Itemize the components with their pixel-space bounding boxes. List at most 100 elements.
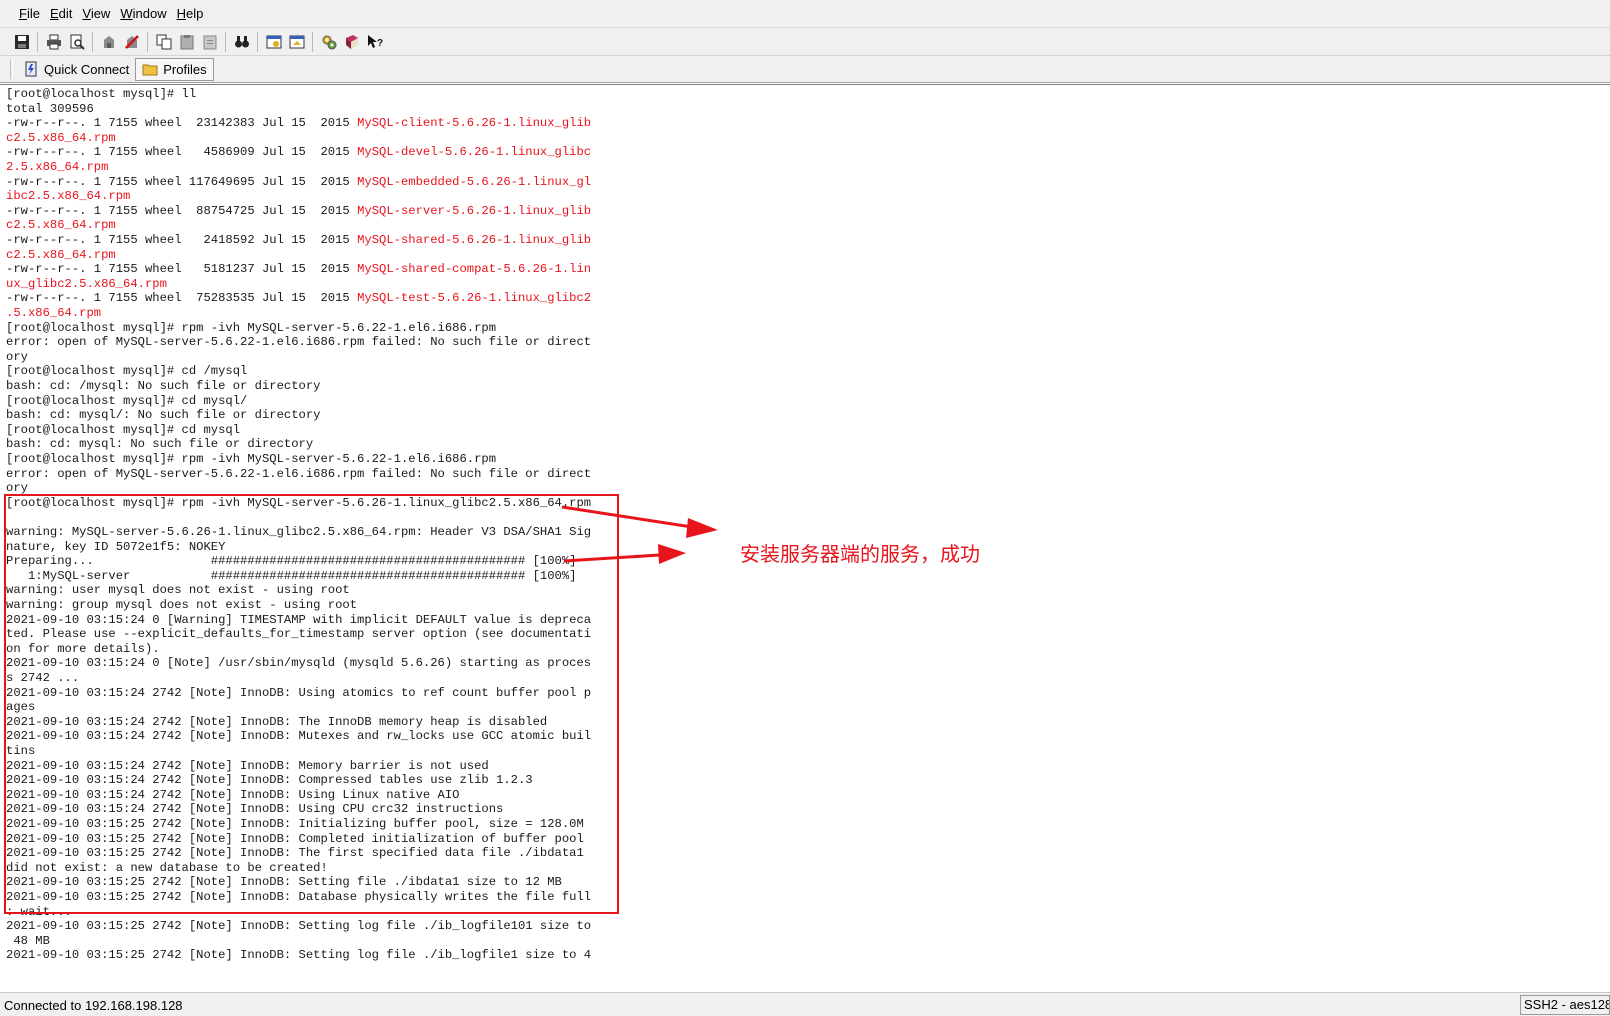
menu-edit[interactable]: Edit (45, 0, 77, 28)
toolbar: ? (0, 28, 1610, 56)
terminal-filename: MySQL-devel-5.6.26-1.linux_glibc (357, 145, 592, 160)
help-book-icon (345, 34, 358, 49)
terminal-line-text: 2021-09-10 03:15:25 2742 [Note] InnoDB: … (6, 948, 592, 963)
context-help-icon: ? (367, 34, 383, 49)
terminal-line-text: [root@localhost mysql]# ll (6, 87, 197, 101)
terminal-line-text: total 309596 (6, 101, 94, 116)
terminal-line-text: -rw-r--r--. 1 7155 wheel 117649695 Jul 1… (6, 174, 358, 189)
folder-icon (142, 64, 158, 76)
terminal-line: ux_glibc2.5.x86_64.rpm (6, 277, 167, 291)
toolbar-separator (225, 31, 226, 52)
terminal-line-text: -rw-r--r--. 1 7155 wheel 2418592 Jul 15 … (6, 233, 358, 247)
terminal-line-text: -rw-r--r--. 1 7155 wheel 4586909 Jul 15 … (6, 145, 358, 160)
terminal-line: bash: cd: mysql/: No such file or direct… (6, 408, 321, 422)
terminal-filename: MySQL-client-5.6.26-1.linux_glib (357, 116, 592, 131)
terminal-filename: ibc2.5.x86_64.rpm (6, 189, 131, 204)
status-bar: Connected to 192.168.198.128 SSH2 - aes1… (0, 992, 1610, 1016)
clipboard-button[interactable] (198, 30, 221, 53)
menu-help[interactable]: Help (172, 0, 209, 28)
terminal-line: bash: cd: /mysql: No such file or direct… (6, 379, 321, 393)
save-icon (14, 34, 29, 49)
terminal-line: [root@localhost mysql]# cd mysql (6, 423, 240, 437)
terminal-line: c2.5.x86_64.rpm (6, 218, 116, 232)
terminal-line: [root@localhost mysql]# rpm -ivh MySQL-s… (6, 321, 496, 335)
paste-button[interactable] (175, 30, 198, 53)
terminal-line-text: error: open of MySQL-server-5.6.22-1.el6… (6, 466, 592, 481)
terminal-filename: c2.5.x86_64.rpm (6, 247, 116, 262)
terminal-line: -rw-r--r--. 1 7155 wheel 75283535 Jul 15… (6, 291, 591, 305)
copy-button[interactable] (152, 30, 175, 53)
terminal-line: bash: cd: mysql: No such file or directo… (6, 437, 313, 451)
toolbar-separator (92, 31, 93, 52)
terminal-filename: MySQL-shared-5.6.26-1.linux_glib (357, 233, 592, 247)
connect-button[interactable] (97, 30, 120, 53)
terminal-line: -rw-r--r--. 1 7155 wheel 4586909 Jul 15 … (6, 145, 591, 159)
terminal-line: error: open of MySQL-server-5.6.22-1.el6… (6, 335, 591, 349)
terminal-line: c2.5.x86_64.rpm (6, 131, 116, 145)
terminal-filename: MySQL-test-5.6.26-1.linux_glibc2 (357, 291, 592, 306)
terminal-line-text: bash: cd: /mysql: No such file or direct… (6, 379, 321, 393)
terminal-filename: 2.5.x86_64.rpm (6, 160, 109, 174)
terminal-line-text: bash: cd: mysql: No such file or directo… (6, 437, 314, 452)
terminal-line-text: 2021-09-10 03:15:25 2742 [Note] InnoDB: … (6, 919, 592, 934)
terminal-filename: MySQL-server-5.6.26-1.linux_glib (357, 203, 592, 218)
menu-bar: File Edit View Window Help (0, 0, 1610, 28)
terminal-filename: MySQL-shared-compat-5.6.26-1.lin (357, 262, 592, 277)
toolbar-grip[interactable] (10, 59, 13, 79)
terminal-line-text: ory (6, 349, 28, 364)
terminal-line: [root@localhost mysql]# cd /mysql (6, 364, 247, 378)
menu-window[interactable]: Window (115, 0, 171, 28)
terminal-line: total 309596 (6, 102, 94, 116)
help-book-button[interactable] (340, 30, 363, 53)
annotation-caption: 安装服务器端的服务，成功 (740, 542, 980, 566)
terminal-line-text: [root@localhost mysql]# cd /mysql (6, 364, 248, 379)
file-transfer-button[interactable] (285, 30, 308, 53)
toolbar-separator (147, 31, 148, 52)
terminal-line: ory (6, 350, 28, 364)
terminal-line: -rw-r--r--. 1 7155 wheel 117649695 Jul 1… (6, 175, 591, 189)
terminal-line-text: [root@localhost mysql]# cd mysql/ (6, 393, 248, 408)
file-transfer-icon (289, 35, 304, 48)
terminal-line: [root@localhost mysql]# cd mysql/ (6, 394, 247, 408)
terminal-line: -rw-r--r--. 1 7155 wheel 88754725 Jul 15… (6, 204, 591, 218)
toolbar-separator (37, 31, 38, 52)
quick-connect-label: Quick Connect (44, 61, 130, 77)
quick-connect-icon (25, 61, 37, 77)
terminal-filename: c2.5.x86_64.rpm (6, 130, 116, 145)
menu-view[interactable]: View (77, 0, 115, 28)
terminal-line: -rw-r--r--. 1 7155 wheel 5181237 Jul 15 … (6, 262, 591, 276)
context-help-button[interactable]: ? (363, 30, 386, 53)
print-preview-icon (70, 34, 85, 50)
toolbar-separator (257, 31, 258, 52)
terminal-filename: MySQL-embedded-5.6.26-1.linux_gl (357, 174, 592, 189)
terminal-line: 2.5.x86_64.rpm (6, 160, 108, 174)
print-preview-button[interactable] (65, 30, 88, 53)
terminal-line: [root@localhost mysql]# rpm -ivh MySQL-s… (6, 452, 496, 466)
terminal-line-text: [root@localhost mysql]# cd mysql (6, 422, 241, 437)
paste-icon (180, 34, 193, 49)
terminal-line-text: -rw-r--r--. 1 7155 wheel 5181237 Jul 15 … (6, 262, 358, 277)
profiles-button[interactable]: Profiles (135, 57, 214, 81)
find-button[interactable] (230, 30, 253, 53)
save-button[interactable] (10, 30, 33, 53)
menu-file[interactable]: File (14, 0, 45, 28)
terminal-line: -rw-r--r--. 1 7155 wheel 23142383 Jul 15… (6, 116, 591, 130)
print-button[interactable] (42, 30, 65, 53)
svg-text:?: ? (377, 38, 383, 49)
profiles-label: Profiles (163, 61, 207, 77)
connect-icon (103, 35, 114, 48)
terminal-line-text: bash: cd: mysql/: No such file or direct… (6, 408, 321, 423)
terminal-line: [root@localhost mysql]# ll (6, 87, 196, 101)
disconnect-button[interactable] (120, 30, 143, 53)
print-icon (46, 34, 61, 49)
terminal-line: .5.x86_64.rpm (6, 306, 101, 320)
session-options-button[interactable] (262, 30, 285, 53)
settings-button[interactable] (317, 30, 340, 53)
quick-connect-button[interactable]: Quick Connect (17, 58, 135, 81)
session-options-icon (266, 35, 281, 48)
copy-icon (156, 34, 171, 49)
terminal-line: c2.5.x86_64.rpm (6, 248, 116, 262)
terminal-line-text: error: open of MySQL-server-5.6.22-1.el6… (6, 335, 592, 350)
terminal-line: -rw-r--r--. 1 7155 wheel 2418592 Jul 15 … (6, 233, 591, 247)
connect-bar: Quick Connect Profiles (0, 56, 1610, 83)
